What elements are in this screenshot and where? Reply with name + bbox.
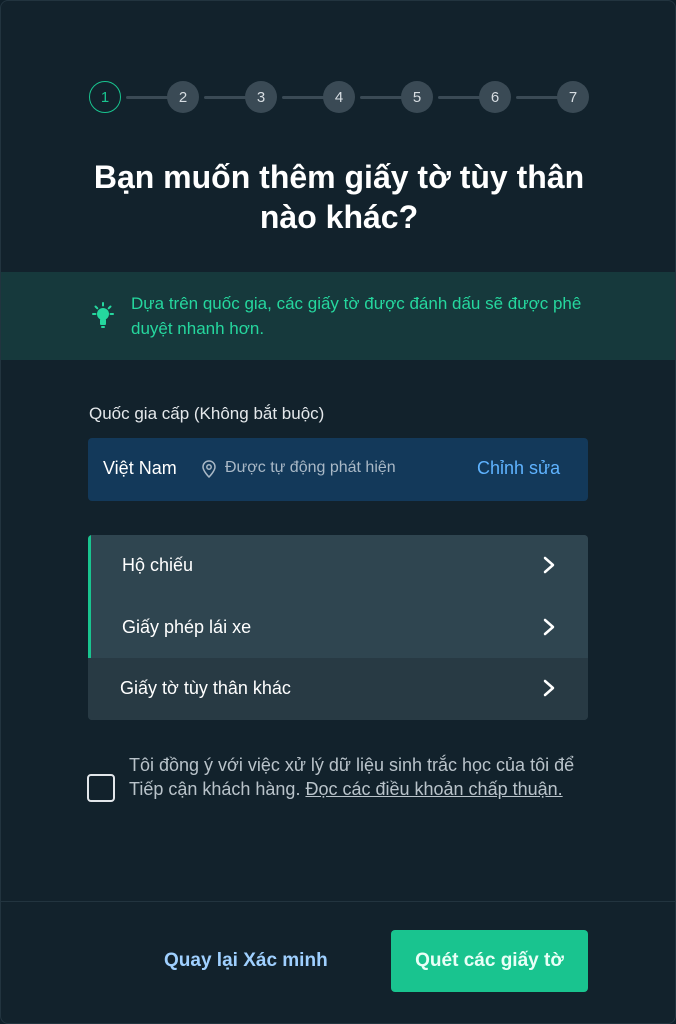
country-label: Quốc gia cấp (Không bắt buộc) [89,404,325,423]
chevron-right-icon [543,618,555,635]
consent-text: Tôi đồng ý với việc xử lý dữ liệu sinh t… [129,754,589,801]
verification-dialog: 1 2 3 4 5 6 7 Bạn muốn thêm giấy tờ tùy … [0,0,676,1024]
document-label: Hộ chiếu [122,555,194,576]
scan-documents-button[interactable]: Quét các giấy tờ [391,930,588,992]
back-to-verification-button[interactable]: Quay lại Xác minh [164,950,328,972]
step-connector [516,96,562,99]
step-5: 5 [401,81,433,113]
location-pin-icon [202,460,216,478]
chevron-right-icon [543,679,555,697]
step-connector [126,96,172,99]
step-connector [204,96,250,99]
edit-country-link[interactable]: Chỉnh sửa [477,458,560,479]
step-connector [282,96,328,99]
consent-terms-link[interactable]: Đọc các điều khoản chấp thuận. [305,779,562,799]
step-connector [438,96,484,99]
country-field: Việt Nam Được tự động phát hiện Chỉnh sử… [88,438,588,501]
progress-stepper: 1 2 3 4 5 6 7 [89,81,589,113]
step-7: 7 [557,81,589,113]
step-6: 6 [479,81,511,113]
page-title: Bạn muốn thêm giấy tờ tùy thân nào khác? [93,159,585,235]
document-list: Hộ chiếu Giấy phép lái xe Giấy tờ tùy th… [88,535,588,720]
consent-checkbox[interactable] [87,774,115,802]
lightbulb-icon [92,302,114,328]
step-3: 3 [245,81,277,113]
info-text: Dựa trên quốc gia, các giấy tờ được đánh… [131,294,582,338]
step-connector [360,96,406,99]
auto-detected-note: Được tự động phát hiện [225,459,396,476]
document-label: Giấy tờ tùy thân khác [120,678,291,699]
step-1: 1 [89,81,121,113]
footer-divider [1,901,675,902]
document-item-other-id[interactable]: Giấy tờ tùy thân khác [88,658,588,720]
document-item-passport[interactable]: Hộ chiếu [88,535,588,597]
document-label: Giấy phép lái xe [122,616,252,637]
chevron-right-icon [543,556,555,574]
step-2: 2 [167,81,199,113]
country-name: Việt Nam [103,458,177,478]
step-4: 4 [323,81,355,113]
document-item-driver-license[interactable]: Giấy phép lái xe [88,596,588,659]
